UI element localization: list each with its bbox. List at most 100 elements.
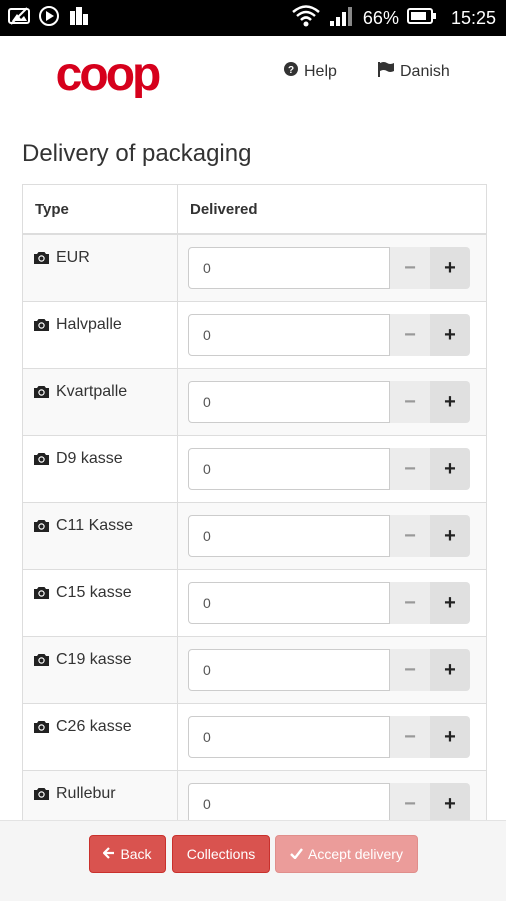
table-row: Kvartpalle − +: [23, 369, 486, 436]
check-icon: [290, 846, 303, 862]
table-row: EUR − +: [23, 235, 486, 302]
decrement-button[interactable]: −: [390, 649, 430, 691]
app-icon: [68, 5, 90, 32]
quantity-input[interactable]: [188, 716, 390, 758]
collections-label: Collections: [186, 846, 256, 862]
decrement-button[interactable]: −: [390, 247, 430, 289]
delivered-cell: − +: [178, 302, 486, 368]
type-label: C11 Kasse: [56, 517, 134, 534]
accept-delivery-button[interactable]: Accept delivery: [275, 835, 418, 873]
page-title: Delivery of packaging: [22, 140, 252, 167]
decrement-button[interactable]: −: [390, 314, 430, 356]
camera-icon[interactable]: [33, 249, 50, 270]
increment-button[interactable]: +: [430, 448, 470, 490]
arrow-left-icon: [102, 846, 115, 862]
camera-icon[interactable]: [33, 316, 50, 337]
type-cell: EUR: [23, 235, 178, 301]
decrement-button[interactable]: −: [390, 515, 430, 557]
app-header: coop ? Help Danish: [0, 36, 506, 116]
type-cell: C19 kasse: [23, 637, 178, 703]
table-header: Type Delivered: [23, 185, 486, 235]
increment-button[interactable]: +: [430, 582, 470, 624]
quantity-input[interactable]: [188, 247, 390, 289]
camera-icon[interactable]: [33, 450, 50, 471]
delivered-cell: − +: [178, 369, 486, 435]
flag-icon: [378, 62, 394, 82]
status-bar-right: 66% 15:25: [291, 4, 496, 33]
image-icon: [8, 6, 30, 31]
packaging-table: Type Delivered EUR − + Halvpalle − +: [22, 184, 487, 838]
clock: 15:25: [450, 7, 496, 28]
accept-delivery-label: Accept delivery: [308, 846, 403, 862]
camera-icon[interactable]: [33, 517, 50, 538]
delivered-cell: − +: [178, 503, 486, 569]
wifi-icon: [291, 4, 321, 33]
quantity-input[interactable]: [188, 649, 390, 691]
decrement-button[interactable]: −: [390, 716, 430, 758]
table-row: C11 Kasse − +: [23, 503, 486, 570]
status-bar: 66% 15:25: [0, 0, 506, 36]
type-label: C19 kasse: [56, 651, 132, 668]
camera-icon[interactable]: [33, 785, 50, 806]
battery-percent: 66%: [362, 7, 399, 28]
type-label: Kvartpalle: [56, 383, 128, 400]
media-play-icon: [38, 5, 60, 32]
increment-button[interactable]: +: [430, 247, 470, 289]
table-row: C19 kasse − +: [23, 637, 486, 704]
back-button[interactable]: Back: [89, 835, 166, 873]
table-row: D9 kasse − +: [23, 436, 486, 503]
type-label: D9 kasse: [56, 450, 123, 467]
question-circle-icon: ?: [284, 62, 298, 81]
delivered-cell: − +: [178, 235, 486, 301]
decrement-button[interactable]: −: [390, 448, 430, 490]
table-row: C15 kasse − +: [23, 570, 486, 637]
footer-bar: Back Collections Accept delivery: [0, 820, 506, 901]
column-header-type: Type: [23, 185, 178, 233]
increment-button[interactable]: +: [430, 381, 470, 423]
back-label: Back: [120, 846, 152, 862]
status-bar-left-icons: [8, 5, 90, 32]
camera-icon[interactable]: [33, 383, 50, 404]
language-link[interactable]: Danish: [378, 62, 450, 82]
logo-text: coop: [56, 50, 160, 98]
camera-icon[interactable]: [33, 584, 50, 605]
svg-text:?: ?: [288, 65, 294, 76]
increment-button[interactable]: +: [430, 783, 470, 825]
signal-icon: [329, 5, 355, 32]
type-cell: D9 kasse: [23, 436, 178, 502]
decrement-button[interactable]: −: [390, 582, 430, 624]
decrement-button[interactable]: −: [390, 381, 430, 423]
type-cell: Kvartpalle: [23, 369, 178, 435]
type-cell: C26 kasse: [23, 704, 178, 770]
quantity-input[interactable]: [188, 381, 390, 423]
battery-icon: [406, 7, 437, 30]
type-cell: C11 Kasse: [23, 503, 178, 569]
help-label: Help: [304, 62, 337, 80]
language-label: Danish: [400, 63, 450, 80]
increment-button[interactable]: +: [430, 515, 470, 557]
increment-button[interactable]: +: [430, 716, 470, 758]
quantity-input[interactable]: [188, 783, 390, 825]
coop-logo[interactable]: coop: [36, 50, 178, 98]
quantity-input[interactable]: [188, 448, 390, 490]
quantity-input[interactable]: [188, 582, 390, 624]
type-label: C15 kasse: [56, 584, 132, 601]
type-label: Rullebur: [56, 785, 116, 802]
camera-icon[interactable]: [33, 651, 50, 672]
type-label: Halvpalle: [56, 316, 122, 333]
increment-button[interactable]: +: [430, 314, 470, 356]
delivered-cell: − +: [178, 570, 486, 636]
type-cell: C15 kasse: [23, 570, 178, 636]
decrement-button[interactable]: −: [390, 783, 430, 825]
type-label: EUR: [56, 249, 90, 266]
quantity-input[interactable]: [188, 515, 390, 557]
table-row: C26 kasse − +: [23, 704, 486, 771]
table-row: Halvpalle − +: [23, 302, 486, 369]
quantity-input[interactable]: [188, 314, 390, 356]
camera-icon[interactable]: [33, 718, 50, 739]
help-link[interactable]: ? Help: [284, 62, 337, 81]
collections-button[interactable]: Collections: [172, 835, 270, 873]
increment-button[interactable]: +: [430, 649, 470, 691]
delivered-cell: − +: [178, 436, 486, 502]
type-cell: Halvpalle: [23, 302, 178, 368]
